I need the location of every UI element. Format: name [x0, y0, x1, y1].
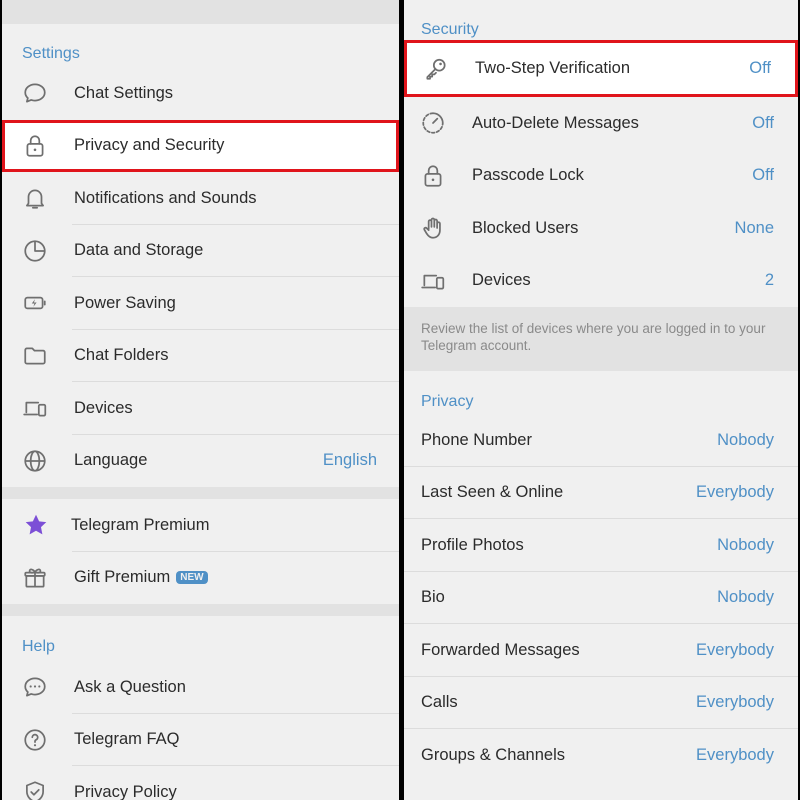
- settings-item-label: Data and Storage: [74, 241, 204, 260]
- settings-item-language[interactable]: Language English: [2, 435, 399, 488]
- question-icon: [22, 727, 48, 753]
- settings-item-data-storage[interactable]: Data and Storage: [2, 225, 399, 277]
- privacy-item-label: Profile Photos: [421, 535, 524, 554]
- privacy-item-value: Everybody: [696, 640, 774, 659]
- devices-icon: [420, 268, 446, 294]
- security-section-title: Security: [421, 21, 479, 38]
- timer-icon: [420, 110, 446, 136]
- privacy-item-value: Nobody: [717, 588, 774, 607]
- settings-item-label: Chat Folders: [74, 346, 169, 365]
- bell-icon: [22, 185, 48, 211]
- settings-item-devices[interactable]: Devices: [2, 382, 399, 435]
- privacy-item-label: Groups & Channels: [421, 745, 565, 764]
- security-item-passcode-lock[interactable]: Passcode Lock Off: [404, 150, 798, 203]
- privacy-item-value: Everybody: [696, 745, 774, 764]
- settings-item-label: Power Saving: [74, 293, 176, 312]
- settings-item-label: Privacy Policy: [74, 782, 177, 800]
- security-item-label: Auto-Delete Messages: [472, 113, 639, 132]
- settings-item-notifications[interactable]: Notifications and Sounds: [2, 172, 399, 225]
- help-section-title: Help: [22, 638, 55, 655]
- privacy-item-value: Everybody: [696, 693, 774, 712]
- privacy-item-label: Phone Number: [421, 430, 532, 449]
- settings-item-label: Devices: [74, 398, 133, 417]
- hand-icon: [420, 215, 446, 241]
- settings-item-power-saving[interactable]: Power Saving: [2, 277, 399, 330]
- security-item-label: Blocked Users: [472, 218, 579, 237]
- privacy-item-last-seen[interactable]: Last Seen & Online Everybody: [404, 467, 798, 519]
- chat-bubble-icon: [22, 80, 48, 106]
- settings-item-label: Privacy and Security: [74, 136, 225, 155]
- privacy-item-phone-number[interactable]: Phone Number Nobody: [404, 414, 798, 467]
- settings-item-label: Telegram Premium: [71, 515, 210, 534]
- gift-icon: [22, 565, 48, 591]
- key-icon: [423, 56, 449, 82]
- security-item-value: None: [734, 218, 774, 237]
- battery-bolt-icon: [22, 290, 48, 316]
- privacy-item-value: Nobody: [717, 430, 774, 449]
- security-item-value: Off: [749, 59, 771, 77]
- devices-hint: Review the list of devices where you are…: [404, 307, 798, 371]
- settings-item-chat-folders[interactable]: Chat Folders: [2, 330, 399, 382]
- security-item-value: Off: [752, 166, 774, 185]
- shield-check-icon: [22, 779, 48, 800]
- privacy-item-calls[interactable]: Calls Everybody: [404, 677, 798, 729]
- security-item-value: Off: [752, 113, 774, 132]
- privacy-item-value: Everybody: [696, 483, 774, 502]
- security-item-auto-delete[interactable]: Auto-Delete Messages Off: [404, 97, 798, 150]
- privacy-item-label: Forwarded Messages: [421, 640, 580, 659]
- privacy-item-label: Bio: [421, 588, 445, 607]
- settings-item-telegram-faq[interactable]: Telegram FAQ: [2, 714, 399, 766]
- language-value: English: [322, 451, 377, 470]
- settings-item-telegram-premium[interactable]: Telegram Premium: [2, 499, 399, 552]
- privacy-item-groups-channels[interactable]: Groups & Channels Everybody: [404, 729, 798, 782]
- settings-item-privacy-security[interactable]: Privacy and Security: [2, 119, 399, 172]
- privacy-security-panel: Security Two-Step Verification Off Auto-…: [404, 0, 798, 800]
- settings-item-label: Telegram FAQ: [74, 730, 180, 749]
- settings-item-chat-settings[interactable]: Chat Settings: [2, 67, 399, 120]
- folder-icon: [22, 343, 48, 369]
- security-item-label: Two-Step Verification: [475, 59, 630, 77]
- chat-dots-icon: [22, 674, 48, 700]
- devices-icon: [22, 395, 48, 421]
- privacy-item-value: Nobody: [717, 535, 774, 554]
- privacy-section-title: Privacy: [421, 393, 474, 410]
- section-gap: [2, 604, 399, 616]
- security-item-label: Passcode Lock: [472, 166, 584, 185]
- privacy-item-bio[interactable]: Bio Nobody: [404, 572, 798, 624]
- security-item-two-step[interactable]: Two-Step Verification Off: [404, 40, 798, 97]
- settings-item-label: Ask a Question: [74, 677, 186, 696]
- settings-item-label: Chat Settings: [74, 83, 174, 102]
- settings-item-ask-question[interactable]: Ask a Question: [2, 661, 399, 714]
- lock-icon: [420, 163, 446, 189]
- settings-item-label: Notifications and Sounds: [74, 188, 257, 207]
- privacy-item-label: Last Seen & Online: [421, 483, 564, 502]
- new-badge: NEW: [176, 571, 208, 585]
- section-gap: [2, 0, 399, 24]
- pie-chart-icon: [22, 238, 48, 264]
- security-item-devices[interactable]: Devices 2: [404, 255, 798, 308]
- security-item-value: 2: [764, 271, 774, 290]
- settings-panel: Settings Chat Settings Privacy and Secur…: [2, 0, 399, 800]
- settings-item-privacy-policy[interactable]: Privacy Policy: [2, 766, 399, 800]
- globe-icon: [22, 448, 48, 474]
- settings-section-title: Settings: [22, 45, 80, 62]
- star-icon: [23, 512, 49, 538]
- privacy-item-forwarded-messages[interactable]: Forwarded Messages Everybody: [404, 624, 798, 677]
- settings-item-label: Language: [74, 451, 148, 470]
- privacy-item-profile-photos[interactable]: Profile Photos Nobody: [404, 519, 798, 572]
- security-item-label: Devices: [472, 271, 531, 290]
- section-gap: [2, 487, 399, 499]
- privacy-item-label: Calls: [421, 693, 458, 712]
- settings-item-label: Gift Premium NEW: [74, 568, 208, 587]
- lock-icon: [22, 133, 48, 159]
- security-item-blocked-users[interactable]: Blocked Users None: [404, 202, 798, 255]
- settings-item-gift-premium[interactable]: Gift Premium NEW: [2, 552, 399, 605]
